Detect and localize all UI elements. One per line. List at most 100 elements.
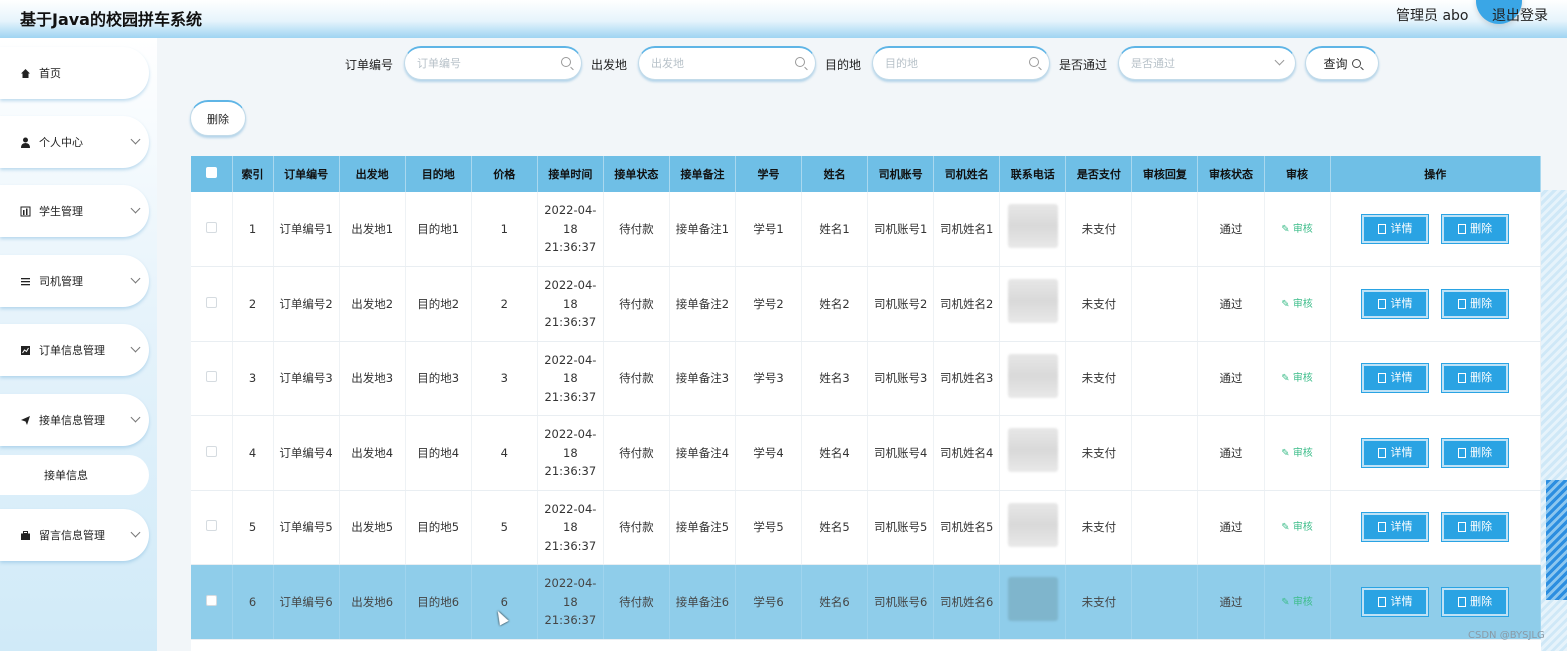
sidebar-subitem-accept-order-info[interactable]: 接单信息 [0,455,149,495]
cell-price: 6 [471,564,538,640]
search-icon [1351,59,1361,68]
query-button[interactable]: 查询 [1305,46,1379,80]
sidebar-item-personal-center[interactable]: 个人中心 [0,116,149,168]
order-no-input[interactable] [417,48,557,78]
destination-field[interactable] [872,46,1050,80]
order-no-field[interactable] [404,46,582,80]
detail-button[interactable]: 详情 [1362,513,1429,542]
cell-driver-account: 司机账号6 [867,564,935,640]
row-select-cell[interactable] [191,564,233,640]
destination-label: 目的地 [825,58,862,72]
cell-driver-account: 司机账号5 [867,490,935,565]
cell-origin: 出发地1 [339,192,406,267]
cell-remark: 接单备注2 [669,266,737,342]
table-row[interactable]: 3 订单编号3 出发地3 目的地3 3 2022-04-18 21:36:37 … [191,341,1541,416]
table-row[interactable]: 5 订单编号5 出发地5 目的地5 5 2022-04-18 21:36:37 … [191,490,1541,565]
logout-link[interactable]: 退出登录 [1492,5,1548,25]
column-header: 接单备注 [669,156,737,192]
detail-button[interactable]: 详情 [1362,438,1429,467]
row-select-cell[interactable] [191,490,233,565]
delete-button[interactable]: 删除 [1442,289,1509,318]
sidebar-item-accept-order-management[interactable]: 接单信息管理 [0,394,149,446]
row-checkbox[interactable] [205,296,217,308]
row-select-cell[interactable] [191,266,233,342]
detail-button-label: 详情 [1390,445,1413,459]
audit-link[interactable]: ✎ 审核 [1281,597,1313,608]
chart-icon [20,206,31,217]
search-icon [1029,57,1039,67]
audit-link-label: 审核 [1292,373,1313,384]
cell-paid: 未支付 [1065,564,1133,640]
origin-input[interactable] [651,48,791,78]
cell-index: 6 [232,564,274,640]
row-checkbox[interactable] [205,520,217,531]
destination-input[interactable] [885,48,1025,78]
chevron-down-icon [130,527,141,538]
detail-button[interactable]: 详情 [1362,289,1429,318]
sidebar-item-message-management[interactable]: 留言信息管理 [0,509,149,561]
cell-order-no: 订单编号6 [273,564,340,640]
chevron-down-icon [130,273,141,284]
order-table: 索引 订单编号 出发地 目的地 价格 接单时间 接单状态 接单备注 学号 姓名 … [191,156,1541,651]
delete-button[interactable]: 删除 [1442,513,1509,542]
right-decoration-stripes [1546,480,1567,600]
delete-button[interactable]: 删除 [1442,364,1509,393]
cell-student-no: 学号2 [735,266,803,342]
sidebar-item-order-management[interactable]: 订单信息管理 [0,324,149,376]
document-icon [1378,447,1387,458]
row-select-cell[interactable] [191,341,233,416]
order-no-label: 订单编号 [345,58,394,72]
audit-link[interactable]: ✎ 审核 [1281,448,1313,459]
sidebar-subitem-label: 接单信息 [44,469,88,482]
sidebar-item-home[interactable]: 首页 [0,47,149,99]
audit-link[interactable]: ✎ 审核 [1281,299,1313,310]
table-row[interactable]: 4 订单编号4 出发地4 目的地4 4 2022-04-18 21:36:37 … [191,415,1541,491]
row-checkbox[interactable] [205,221,217,233]
cell-destination: 目的地6 [405,564,472,640]
audit-link[interactable]: ✎ 审核 [1281,373,1313,384]
column-header: 目的地 [405,156,472,192]
delete-button[interactable]: 删除 [1442,215,1509,243]
approved-select-input[interactable] [1131,48,1271,78]
detail-button[interactable]: 详情 [1362,364,1429,393]
delete-button[interactable]: 删除 [1442,587,1509,616]
origin-field[interactable] [638,46,816,80]
row-select-cell[interactable] [191,415,233,491]
cell-index: 2 [232,266,274,342]
audit-link-label: 审核 [1292,223,1313,235]
delete-button[interactable]: 删除 [1442,438,1509,467]
row-checkbox[interactable] [205,445,217,457]
search-icon [561,57,571,67]
sidebar-item-label: 订单信息管理 [39,344,105,357]
document-icon [1378,373,1387,384]
detail-button[interactable]: 详情 [1362,215,1429,243]
cell-audit-status: 通过 [1197,415,1265,491]
select-all-cell[interactable] [191,156,233,192]
select-all-checkbox[interactable] [205,167,217,178]
table-row[interactable]: 6 订单编号6 出发地6 目的地6 6 2022-04-18 21:36:37 … [191,564,1541,640]
audit-link[interactable]: ✎ 审核 [1281,224,1313,235]
cell-audit-reply [1131,192,1199,267]
approved-select[interactable] [1118,46,1296,80]
sidebar-item-driver-management[interactable]: 司机管理 [0,255,149,307]
row-select-cell[interactable] [191,192,233,267]
column-header: 姓名 [801,156,869,192]
cell-index: 3 [232,341,274,416]
chevron-down-icon [130,134,141,145]
table-row[interactable]: 2 订单编号2 出发地2 目的地2 2 2022-04-18 21:36:37 … [191,266,1541,342]
cell-audit-reply [1131,564,1199,640]
row-checkbox[interactable] [205,594,217,606]
row-checkbox[interactable] [205,371,217,382]
cell-accept-status: 待付款 [603,266,670,342]
cell-remark: 接单备注3 [669,341,737,416]
detail-button[interactable]: 详情 [1362,587,1429,616]
bulk-delete-button[interactable]: 删除 [190,100,246,136]
detail-button-label: 详情 [1390,371,1413,384]
trash-icon [1458,373,1467,384]
sidebar-item-student-management[interactable]: 学生管理 [0,185,149,237]
audit-link[interactable]: ✎ 审核 [1281,522,1313,533]
cell-index: 5 [232,490,274,565]
cell-driver-name: 司机姓名5 [933,490,1001,565]
cell-order-no: 订单编号2 [273,266,340,342]
table-row[interactable]: 1 订单编号1 出发地1 目的地1 1 2022-04-18 21:36:37 … [191,192,1541,267]
